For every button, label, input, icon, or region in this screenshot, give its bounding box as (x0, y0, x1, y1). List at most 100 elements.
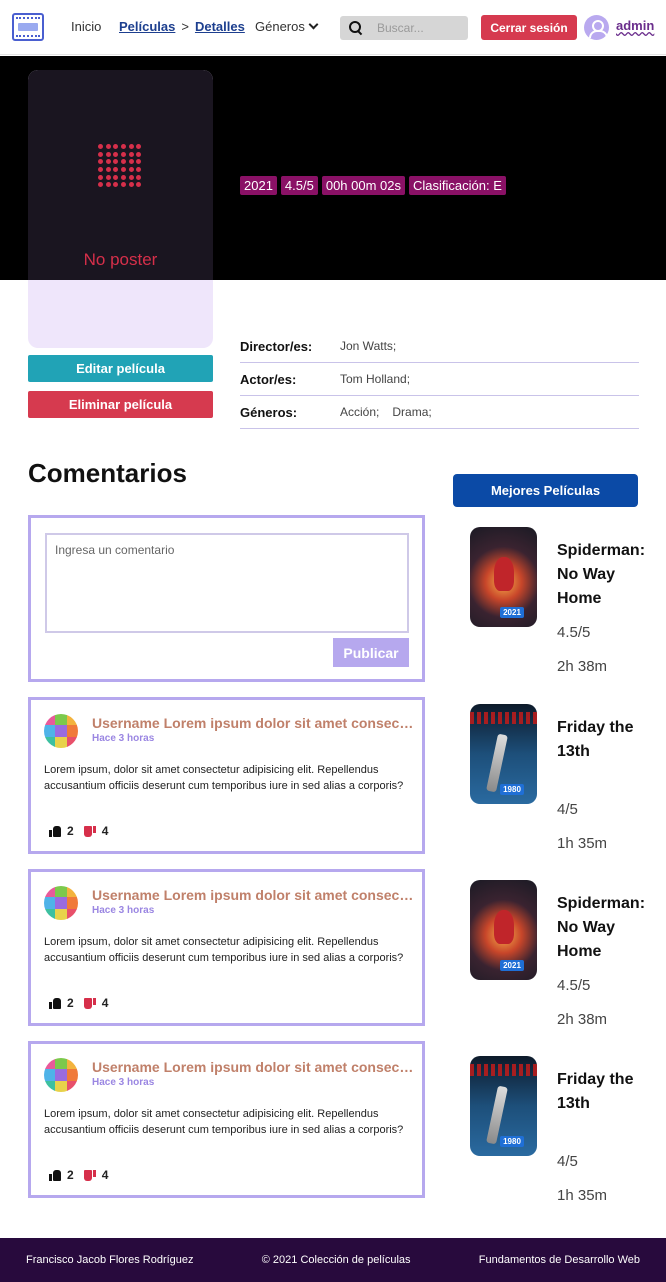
comment-time: Hace 3 horas (92, 905, 155, 916)
poster-year-badge: 1980 (500, 1136, 524, 1147)
like-button[interactable]: 2 (49, 996, 74, 1010)
best-movie-title[interactable]: Spiderman: No Way Home (557, 892, 657, 964)
generos-dropdown[interactable]: Géneros (255, 19, 319, 34)
footer: Francisco Jacob Flores Rodríguez © 2021 … (0, 1238, 666, 1282)
avatar (44, 886, 78, 920)
details-row-actors: Actor/es: Tom Holland; (240, 363, 639, 396)
best-movie-card[interactable]: 2021 Spiderman: No Way Home 4.5/5 2h 38m (470, 880, 650, 1050)
search-input[interactable] (377, 21, 465, 35)
thumbs-up-icon (49, 997, 61, 1009)
best-movie-title[interactable]: Friday the 13th (557, 1068, 657, 1116)
comment-body: Lorem ipsum, dolor sit amet consectetur … (44, 1108, 404, 1136)
best-movie-card[interactable]: 1980 Friday the 13th 4/5 1h 35m (470, 704, 650, 874)
friday-poster[interactable]: 1980 (470, 1056, 537, 1156)
username-link[interactable]: admin (616, 18, 654, 33)
genre-value: Acción; (340, 405, 380, 419)
actor-value: Tom Holland; (340, 372, 411, 386)
movie-details: Director/es: Jon Watts; Actor/es: Tom Ho… (240, 330, 639, 429)
dislike-count: 4 (101, 1168, 109, 1182)
breadcrumb-peliculas[interactable]: Películas (119, 19, 175, 34)
best-movie-rating: 4/5 (557, 1153, 578, 1170)
footer-author: Francisco Jacob Flores Rodríguez (26, 1254, 194, 1266)
thumbs-up-icon (49, 825, 61, 837)
classification-tag: Clasificación: E (409, 176, 506, 195)
comment-form: Publicar (28, 515, 425, 682)
like-button[interactable]: 2 (49, 824, 74, 838)
comment-body: Lorem ipsum, dolor sit amet consectetur … (44, 764, 404, 792)
search-icon[interactable] (349, 21, 363, 35)
genre-value: Drama; (392, 405, 432, 419)
director-values: Jon Watts; (340, 339, 396, 353)
comment-card: Username Lorem ipsum dolor sit amet cons… (28, 697, 425, 854)
comment-card: Username Lorem ipsum dolor sit amet cons… (28, 1041, 425, 1198)
thumbs-up-icon (49, 1169, 61, 1181)
edit-movie-button[interactable]: Editar película (28, 355, 213, 382)
actors-values: Tom Holland; (340, 372, 410, 386)
best-movie-title[interactable]: Spiderman: No Way Home (557, 539, 657, 611)
dislike-count: 4 (101, 824, 109, 838)
best-movie-duration: 1h 35m (557, 1187, 608, 1204)
thumbs-down-icon (83, 825, 96, 837)
nav-inicio-link[interactable]: Inicio (71, 19, 101, 34)
comment-username[interactable]: Username Lorem ipsum dolor sit amet cons… (92, 715, 414, 731)
details-row-genres: Géneros: Acción; Drama; (240, 396, 639, 429)
best-movies-button[interactable]: Mejores Películas (453, 474, 638, 507)
like-button[interactable]: 2 (49, 1168, 74, 1182)
publish-button[interactable]: Publicar (333, 638, 409, 667)
comment-time: Hace 3 horas (92, 1077, 155, 1088)
chevron-down-icon (308, 19, 319, 30)
year-tag: 2021 (240, 176, 277, 195)
best-movie-card[interactable]: 2021 Spiderman: No Way Home 4.5/5 2h 38m (470, 527, 650, 697)
comment-username[interactable]: Username Lorem ipsum dolor sit amet cons… (92, 887, 414, 903)
spiderman-poster[interactable]: 2021 (470, 527, 537, 627)
logout-button[interactable]: Cerrar sesión (481, 15, 577, 40)
spiderman-poster[interactable]: 2021 (470, 880, 537, 980)
breadcrumb-separator: > (181, 19, 189, 34)
comment-time: Hace 3 horas (92, 733, 155, 744)
comment-votes: 2 4 (49, 996, 108, 1010)
best-movie-duration: 1h 35m (557, 835, 608, 852)
no-image-icon (98, 144, 142, 188)
poster-year-badge: 2021 (500, 960, 524, 971)
duration-tag: 00h 00m 02s (321, 176, 406, 195)
like-count: 2 (67, 824, 74, 838)
movie-meta-tags: 2021 4.5/5 00h 00m 02s Clasificación: E (240, 176, 506, 195)
navbar: Inicio Películas > Detalles Géneros Cerr… (0, 0, 666, 55)
dislike-button[interactable]: 4 (83, 996, 109, 1010)
like-count: 2 (67, 1168, 74, 1182)
friday-poster[interactable]: 1980 (470, 704, 537, 804)
best-movie-duration: 2h 38m (557, 1011, 608, 1028)
best-movie-rating: 4.5/5 (557, 977, 591, 994)
comment-votes: 2 4 (49, 1168, 108, 1182)
dislike-count: 4 (101, 996, 109, 1010)
film-logo-icon[interactable] (12, 13, 44, 41)
director-value: Jon Watts; (340, 339, 397, 353)
comment-input[interactable] (45, 533, 409, 633)
best-movie-title[interactable]: Friday the 13th (557, 716, 657, 764)
poster-year-badge: 2021 (500, 607, 524, 618)
breadcrumb: Películas > Detalles (119, 19, 245, 34)
thumbs-down-icon (83, 1169, 96, 1181)
footer-copyright: © 2021 Colección de películas (261, 1254, 411, 1266)
rating-tag: 4.5/5 (280, 176, 318, 195)
details-row-director: Director/es: Jon Watts; (240, 330, 639, 363)
dislike-button[interactable]: 4 (83, 824, 109, 838)
user-avatar-icon[interactable] (584, 15, 609, 40)
footer-course: Fundamentos de Desarrollo Web (478, 1254, 640, 1266)
actors-label: Actor/es: (240, 371, 297, 387)
best-movie-card[interactable]: 1980 Friday the 13th 4/5 1h 35m (470, 1056, 650, 1226)
breadcrumb-detalles[interactable]: Detalles (195, 19, 245, 34)
genres-label: Géneros: (240, 404, 298, 420)
no-poster-label: No poster (83, 250, 158, 269)
comment-body: Lorem ipsum, dolor sit amet consectetur … (44, 936, 404, 964)
avatar (44, 1058, 78, 1092)
best-movie-rating: 4/5 (557, 801, 578, 818)
movie-poster: No poster (28, 70, 213, 348)
thumbs-down-icon (83, 997, 96, 1009)
delete-movie-button[interactable]: Eliminar película (28, 391, 213, 418)
comment-username[interactable]: Username Lorem ipsum dolor sit amet cons… (92, 1059, 414, 1075)
search-box (340, 16, 468, 40)
dislike-button[interactable]: 4 (83, 1168, 109, 1182)
comment-card: Username Lorem ipsum dolor sit amet cons… (28, 869, 425, 1026)
comment-votes: 2 4 (49, 824, 108, 838)
